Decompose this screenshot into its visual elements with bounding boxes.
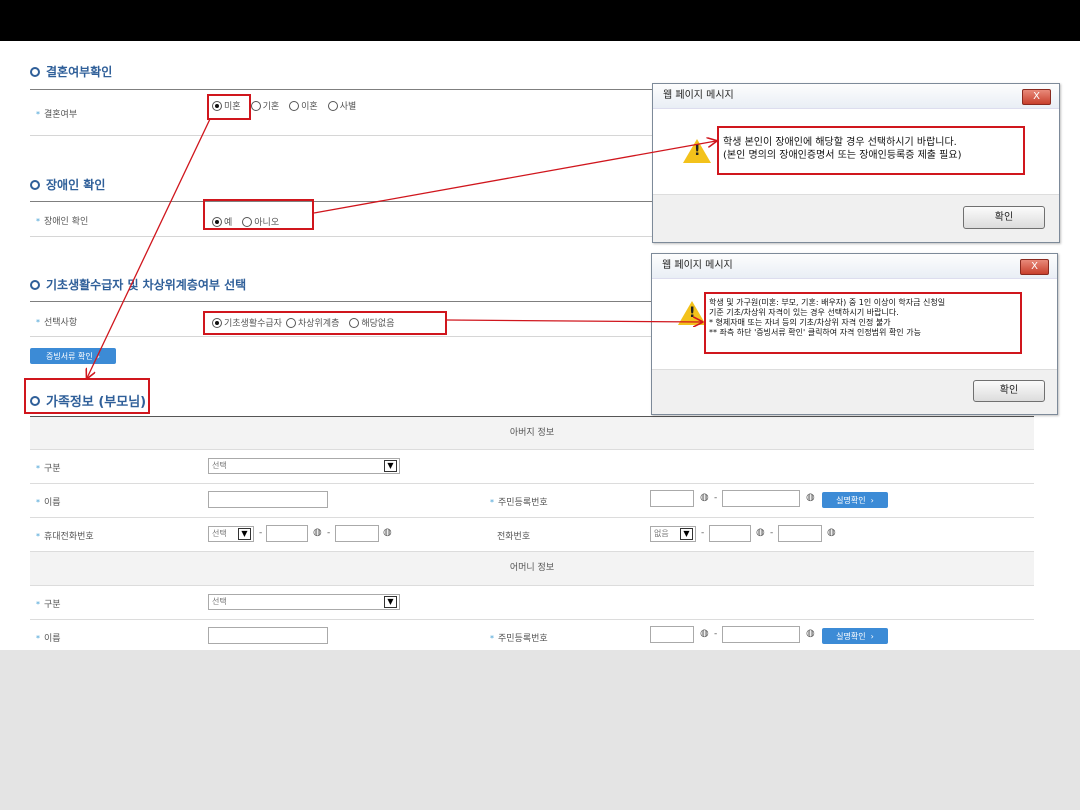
arrow-basic-living-to-dialog [446, 320, 702, 322]
arrow-single-to-family [87, 118, 211, 378]
annotation-arrows [0, 118, 1080, 810]
arrow-disability-to-dialog [313, 141, 716, 214]
